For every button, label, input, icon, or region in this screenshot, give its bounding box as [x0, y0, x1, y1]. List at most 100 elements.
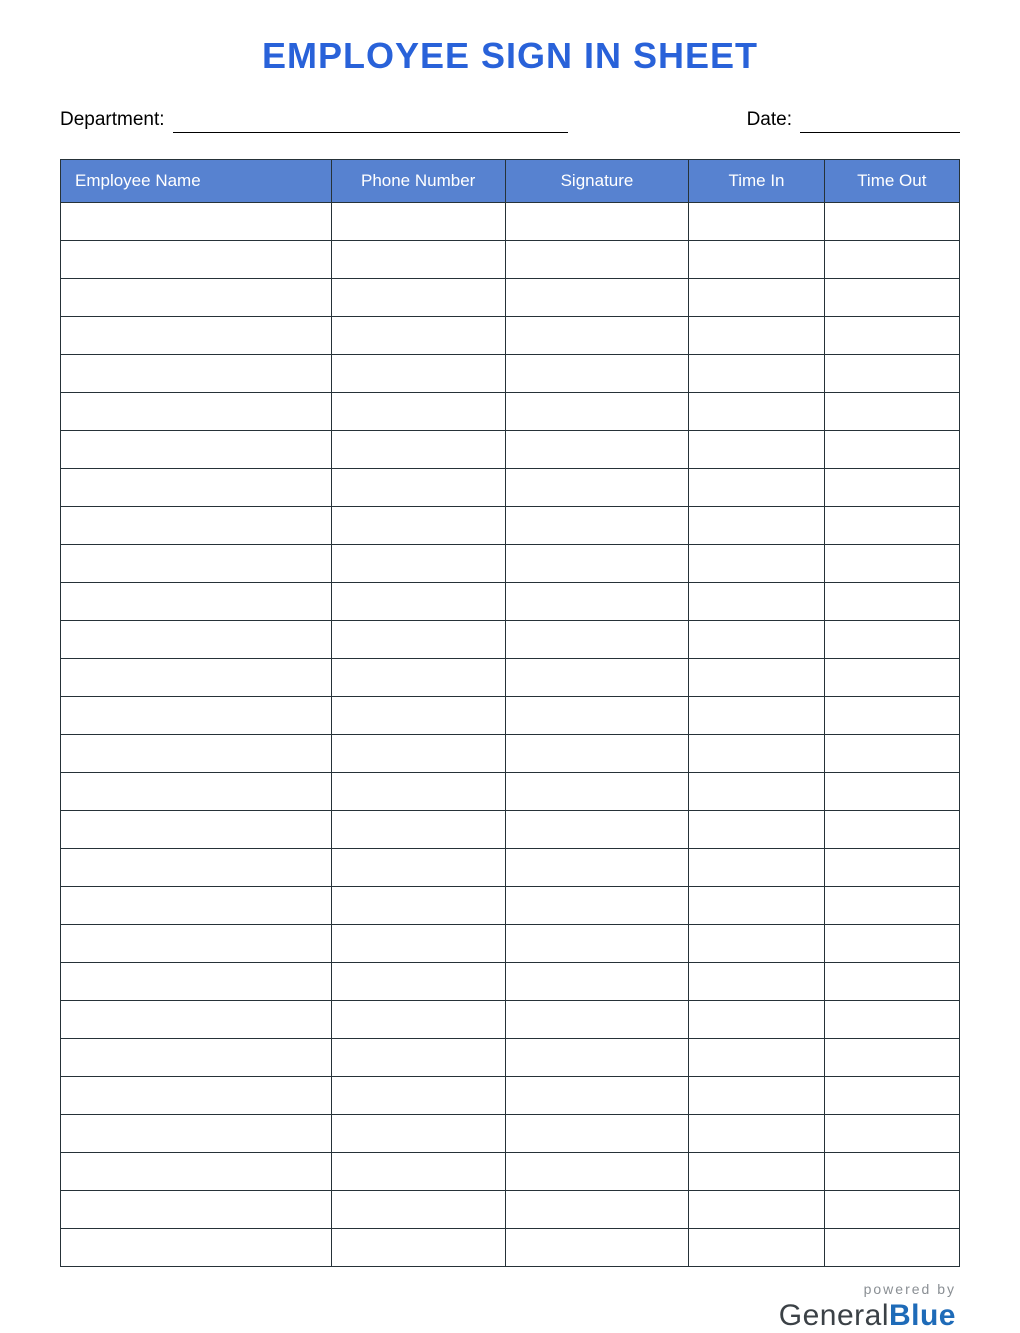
table-cell[interactable] — [331, 355, 505, 393]
table-cell[interactable] — [505, 355, 689, 393]
table-cell[interactable] — [331, 887, 505, 925]
table-cell[interactable] — [61, 659, 332, 697]
table-cell[interactable] — [689, 621, 824, 659]
table-cell[interactable] — [61, 811, 332, 849]
table-cell[interactable] — [331, 1001, 505, 1039]
table-cell[interactable] — [331, 279, 505, 317]
table-cell[interactable] — [689, 583, 824, 621]
table-cell[interactable] — [689, 659, 824, 697]
table-cell[interactable] — [505, 241, 689, 279]
table-cell[interactable] — [331, 1115, 505, 1153]
table-cell[interactable] — [61, 431, 332, 469]
table-cell[interactable] — [824, 849, 959, 887]
table-cell[interactable] — [689, 545, 824, 583]
table-cell[interactable] — [505, 583, 689, 621]
table-cell[interactable] — [689, 355, 824, 393]
table-cell[interactable] — [61, 849, 332, 887]
table-cell[interactable] — [61, 1039, 332, 1077]
table-cell[interactable] — [505, 925, 689, 963]
table-cell[interactable] — [824, 241, 959, 279]
table-cell[interactable] — [824, 469, 959, 507]
table-cell[interactable] — [824, 1191, 959, 1229]
table-cell[interactable] — [824, 583, 959, 621]
table-cell[interactable] — [824, 659, 959, 697]
table-cell[interactable] — [505, 1229, 689, 1267]
table-cell[interactable] — [505, 1153, 689, 1191]
table-cell[interactable] — [61, 697, 332, 735]
table-cell[interactable] — [824, 355, 959, 393]
table-cell[interactable] — [331, 1191, 505, 1229]
table-cell[interactable] — [689, 735, 824, 773]
table-cell[interactable] — [689, 279, 824, 317]
table-cell[interactable] — [505, 1039, 689, 1077]
table-cell[interactable] — [824, 203, 959, 241]
table-cell[interactable] — [824, 887, 959, 925]
table-cell[interactable] — [824, 925, 959, 963]
table-cell[interactable] — [505, 469, 689, 507]
table-cell[interactable] — [61, 621, 332, 659]
table-cell[interactable] — [505, 279, 689, 317]
table-cell[interactable] — [331, 659, 505, 697]
table-cell[interactable] — [331, 811, 505, 849]
table-cell[interactable] — [61, 1001, 332, 1039]
table-cell[interactable] — [689, 1001, 824, 1039]
table-cell[interactable] — [505, 735, 689, 773]
table-cell[interactable] — [331, 1039, 505, 1077]
table-cell[interactable] — [824, 735, 959, 773]
table-cell[interactable] — [689, 963, 824, 1001]
table-cell[interactable] — [689, 1115, 824, 1153]
table-cell[interactable] — [505, 203, 689, 241]
table-cell[interactable] — [824, 1153, 959, 1191]
table-cell[interactable] — [331, 545, 505, 583]
table-cell[interactable] — [61, 355, 332, 393]
table-cell[interactable] — [505, 545, 689, 583]
table-cell[interactable] — [505, 887, 689, 925]
table-cell[interactable] — [61, 203, 332, 241]
table-cell[interactable] — [689, 1191, 824, 1229]
table-cell[interactable] — [689, 925, 824, 963]
table-cell[interactable] — [331, 241, 505, 279]
table-cell[interactable] — [331, 697, 505, 735]
table-cell[interactable] — [689, 203, 824, 241]
table-cell[interactable] — [505, 1001, 689, 1039]
table-cell[interactable] — [824, 1115, 959, 1153]
table-cell[interactable] — [505, 393, 689, 431]
table-cell[interactable] — [505, 849, 689, 887]
table-cell[interactable] — [61, 1115, 332, 1153]
table-cell[interactable] — [689, 507, 824, 545]
table-cell[interactable] — [824, 1229, 959, 1267]
table-cell[interactable] — [505, 1191, 689, 1229]
table-cell[interactable] — [61, 1229, 332, 1267]
table-cell[interactable] — [505, 963, 689, 1001]
table-cell[interactable] — [689, 773, 824, 811]
table-cell[interactable] — [505, 1115, 689, 1153]
table-cell[interactable] — [689, 811, 824, 849]
table-cell[interactable] — [689, 1153, 824, 1191]
table-cell[interactable] — [331, 203, 505, 241]
table-cell[interactable] — [505, 773, 689, 811]
table-cell[interactable] — [331, 431, 505, 469]
table-cell[interactable] — [505, 1077, 689, 1115]
table-cell[interactable] — [689, 887, 824, 925]
table-cell[interactable] — [61, 393, 332, 431]
table-cell[interactable] — [824, 431, 959, 469]
table-cell[interactable] — [824, 507, 959, 545]
table-cell[interactable] — [824, 773, 959, 811]
table-cell[interactable] — [689, 241, 824, 279]
table-cell[interactable] — [505, 431, 689, 469]
table-cell[interactable] — [505, 811, 689, 849]
table-cell[interactable] — [331, 963, 505, 1001]
table-cell[interactable] — [824, 317, 959, 355]
table-cell[interactable] — [505, 621, 689, 659]
table-cell[interactable] — [824, 1001, 959, 1039]
table-cell[interactable] — [61, 887, 332, 925]
table-cell[interactable] — [505, 317, 689, 355]
table-cell[interactable] — [824, 393, 959, 431]
table-cell[interactable] — [331, 469, 505, 507]
table-cell[interactable] — [61, 279, 332, 317]
table-cell[interactable] — [331, 1229, 505, 1267]
table-cell[interactable] — [331, 773, 505, 811]
table-cell[interactable] — [61, 469, 332, 507]
table-cell[interactable] — [824, 1039, 959, 1077]
department-input-line[interactable] — [173, 111, 568, 133]
